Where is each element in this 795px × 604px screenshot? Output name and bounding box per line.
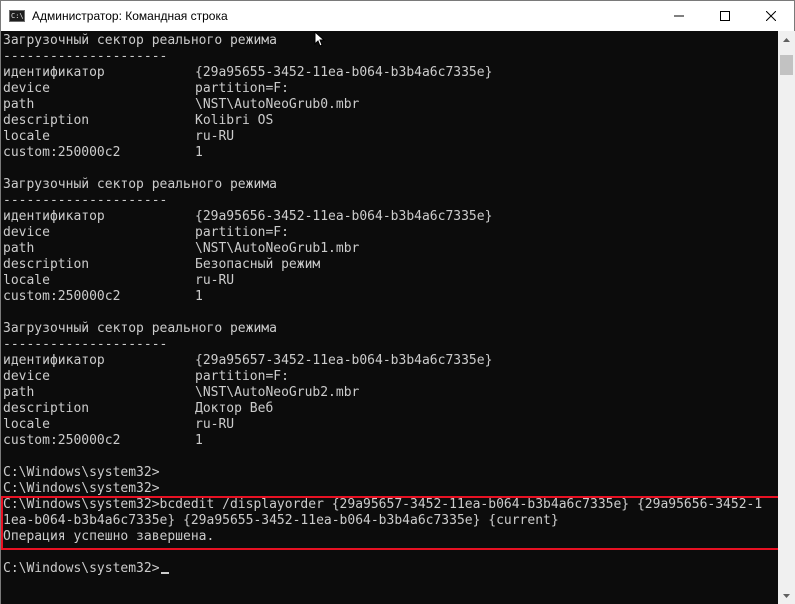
entry-separator: --------------------- bbox=[3, 193, 168, 208]
cmd-window: C:\ Администратор: Командная строка Загр… bbox=[0, 0, 795, 604]
row-value: 1 bbox=[195, 145, 203, 160]
scroll-down-button[interactable] bbox=[778, 587, 795, 604]
row-value: 1 bbox=[195, 433, 203, 448]
row-key: идентификатор bbox=[3, 353, 105, 368]
row-value: Безопасный режим bbox=[195, 257, 321, 272]
vertical-scrollbar[interactable] bbox=[778, 31, 795, 604]
entry-row: custom:250000c2 1 bbox=[3, 289, 203, 305]
row-value: partition=F: bbox=[195, 369, 289, 384]
row-key: device bbox=[3, 81, 50, 96]
entry-row: custom:250000c2 1 bbox=[3, 145, 203, 161]
row-key: идентификатор bbox=[3, 65, 105, 80]
row-value: \NST\AutoNeoGrub0.mbr bbox=[195, 97, 360, 112]
row-value: Kolibri OS bbox=[195, 113, 274, 128]
row-value: ru-RU bbox=[195, 129, 235, 144]
row-key: description bbox=[3, 113, 90, 128]
prompt-line: C:\Windows\system32> bbox=[3, 481, 160, 496]
prompt-text: C:\Windows\system32> bbox=[3, 561, 160, 576]
entry-row: description Доктор Веб bbox=[3, 401, 273, 417]
row-value: \NST\AutoNeoGrub2.mbr bbox=[195, 385, 360, 400]
entry-row: path \NST\AutoNeoGrub2.mbr bbox=[3, 385, 359, 401]
row-key: locale bbox=[3, 273, 50, 288]
scroll-thumb[interactable] bbox=[780, 55, 793, 75]
console-output[interactable]: Загрузочный сектор реального режима ----… bbox=[1, 31, 778, 604]
entry-header: Загрузочный сектор реального режима bbox=[3, 33, 277, 48]
entry-row: locale ru-RU bbox=[3, 129, 234, 145]
row-key: device bbox=[3, 369, 50, 384]
entry-row: device partition=F: bbox=[3, 369, 289, 385]
title-bar[interactable]: C:\ Администратор: Командная строка bbox=[1, 1, 794, 31]
row-key: locale bbox=[3, 417, 50, 432]
row-value: \NST\AutoNeoGrub1.mbr bbox=[195, 241, 360, 256]
entry-row: locale ru-RU bbox=[3, 273, 234, 289]
entry-row: locale ru-RU bbox=[3, 417, 234, 433]
entry-row: custom:250000c2 1 bbox=[3, 433, 203, 449]
current-prompt[interactable]: C:\Windows\system32> bbox=[3, 561, 169, 577]
row-key: description bbox=[3, 257, 90, 272]
minimize-icon bbox=[674, 15, 684, 17]
row-value: {29a95656-3452-11ea-b064-b3b4a6c7335e} bbox=[195, 209, 493, 224]
row-value: {29a95655-3452-11ea-b064-b3b4a6c7335e} bbox=[195, 65, 493, 80]
row-key: custom:250000c2 bbox=[3, 145, 121, 160]
text-cursor bbox=[160, 572, 169, 574]
row-value: Доктор Веб bbox=[195, 401, 274, 416]
row-key: description bbox=[3, 401, 90, 416]
minimize-button[interactable] bbox=[656, 1, 702, 31]
row-key: custom:250000c2 bbox=[3, 433, 121, 448]
entry-separator: --------------------- bbox=[3, 337, 168, 352]
entry-row: path \NST\AutoNeoGrub1.mbr bbox=[3, 241, 359, 257]
row-key: device bbox=[3, 225, 50, 240]
row-value: partition=F: bbox=[195, 81, 289, 96]
cmd-icon[interactable]: C:\ bbox=[9, 10, 25, 22]
entry-separator: --------------------- bbox=[3, 49, 168, 64]
window-title: Администратор: Командная строка bbox=[32, 9, 228, 23]
close-button[interactable] bbox=[748, 1, 794, 31]
entry-row: description Kolibri OS bbox=[3, 113, 273, 129]
scroll-up-icon bbox=[783, 37, 790, 42]
row-key: locale bbox=[3, 129, 50, 144]
entry-row: идентификатор {29a95655-3452-11ea-b064-b3… bbox=[3, 65, 492, 81]
entry-row: идентификатор {29a95656-3452-11ea-b064-b3… bbox=[3, 209, 492, 225]
maximize-button[interactable] bbox=[702, 1, 748, 31]
row-value: ru-RU bbox=[195, 417, 235, 432]
row-key: path bbox=[3, 385, 35, 400]
row-key: path bbox=[3, 241, 35, 256]
entry-row: идентификатор {29a95657-3452-11ea-b064-b3… bbox=[3, 353, 492, 369]
row-value: partition=F: bbox=[195, 225, 289, 240]
row-key: идентификатор bbox=[3, 209, 105, 224]
scroll-up-button[interactable] bbox=[778, 31, 795, 48]
row-value: 1 bbox=[195, 289, 203, 304]
row-key: path bbox=[3, 97, 35, 112]
highlight-box bbox=[1, 496, 778, 550]
close-icon bbox=[766, 11, 776, 21]
row-key: custom:250000c2 bbox=[3, 289, 121, 304]
maximize-icon bbox=[720, 11, 730, 21]
entry-row: device partition=F: bbox=[3, 81, 289, 97]
mouse-pointer-icon bbox=[314, 31, 326, 47]
entry-header: Загрузочный сектор реального режима bbox=[3, 177, 277, 192]
entry-row: path \NST\AutoNeoGrub0.mbr bbox=[3, 97, 359, 113]
prompt-line: C:\Windows\system32> bbox=[3, 465, 160, 480]
entry-header: Загрузочный сектор реального режима bbox=[3, 321, 277, 336]
row-value: {29a95657-3452-11ea-b064-b3b4a6c7335e} bbox=[195, 353, 493, 368]
scroll-down-icon bbox=[783, 593, 790, 598]
entry-row: device partition=F: bbox=[3, 225, 289, 241]
row-value: ru-RU bbox=[195, 273, 235, 288]
entry-row: description Безопасный режим bbox=[3, 257, 320, 273]
